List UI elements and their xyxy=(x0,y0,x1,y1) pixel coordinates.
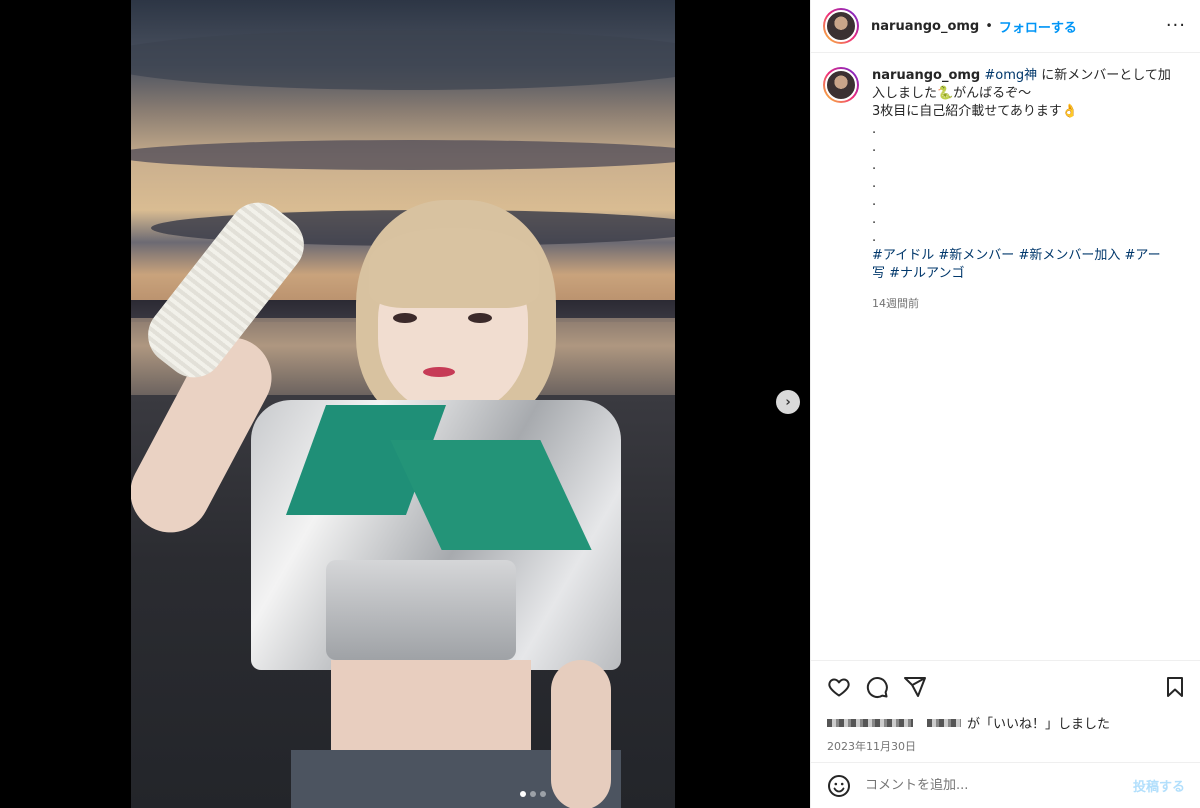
hashtag-naruango[interactable]: #ナルアンゴ xyxy=(889,266,964,281)
hashtag-list: #アイドル #新メンバー #新メンバー加入 #アー写 #ナルアンゴ xyxy=(872,247,1172,283)
right-eye xyxy=(468,313,492,323)
caption-body: naruango_omg #omg神 に新メンバーとして加入しました🐍がんばるぞ… xyxy=(872,67,1172,313)
carousel-indicator xyxy=(520,791,546,797)
carousel-dot-active xyxy=(520,791,526,797)
avatar-image xyxy=(825,10,857,42)
bangs xyxy=(369,228,539,308)
separator-dot: • xyxy=(985,18,993,34)
hashtag-new-member-join[interactable]: #新メンバー加入 xyxy=(1018,248,1120,263)
caption-dot: . xyxy=(872,140,877,155)
bookmark-icon[interactable] xyxy=(1163,675,1187,699)
comment-bar: 投稿する xyxy=(811,762,1200,808)
comment-icon[interactable] xyxy=(865,675,889,699)
caption-dot: . xyxy=(872,194,877,209)
redacted-avatar xyxy=(827,718,913,727)
caption-line-1: naruango_omg #omg神 に新メンバーとして加入しました🐍がんばるぞ… xyxy=(872,67,1172,103)
hashtag-idol[interactable]: #アイドル xyxy=(872,248,934,263)
right-arm xyxy=(551,660,611,808)
caption-dot: . xyxy=(872,230,877,245)
post-side-panel: naruango_omg • フォローする ··· naruango_omg #… xyxy=(810,0,1200,808)
lips xyxy=(423,367,455,377)
redacted-username xyxy=(927,718,961,727)
post-date[interactable]: 2023年11月30日 xyxy=(827,738,1187,754)
post-media-area: › xyxy=(0,0,810,808)
hashtag-omg[interactable]: #omg神 xyxy=(984,68,1037,83)
carousel-dot xyxy=(530,791,536,797)
caption-username[interactable]: naruango_omg xyxy=(872,68,980,83)
post-actions: が「いいね！」しました 2023年11月30日 xyxy=(811,660,1200,754)
share-icon[interactable] xyxy=(903,675,927,699)
next-image-button[interactable]: › xyxy=(776,390,800,414)
avatar-image xyxy=(825,69,857,101)
post-header: naruango_omg • フォローする ··· xyxy=(811,0,1200,53)
caption-dot: . xyxy=(872,122,877,137)
post-time-ago[interactable]: 14週間前 xyxy=(872,295,1172,313)
header-username[interactable]: naruango_omg xyxy=(871,19,979,34)
caption-dot: . xyxy=(872,158,877,173)
more-options-icon[interactable]: ··· xyxy=(1166,15,1186,36)
heart-icon[interactable] xyxy=(827,675,851,699)
post-photo[interactable] xyxy=(131,0,675,808)
comment-input[interactable] xyxy=(865,778,1133,793)
caption-dot: . xyxy=(872,212,877,227)
emoji-icon[interactable] xyxy=(827,774,851,798)
caption-avatar[interactable] xyxy=(823,67,859,103)
caption: naruango_omg #omg神 に新メンバーとして加入しました🐍がんばるぞ… xyxy=(811,53,1200,313)
caption-line-2: 3枚目に自己紹介載せてあります👌 xyxy=(872,104,1079,119)
liked-by-text: が「いいね！」しました xyxy=(967,717,1111,732)
silver-crop-top xyxy=(326,560,516,660)
follow-button[interactable]: フォローする xyxy=(999,17,1077,36)
left-eye xyxy=(393,313,417,323)
liked-by: が「いいね！」しました xyxy=(827,713,1187,732)
avatar[interactable] xyxy=(823,8,859,44)
carousel-dot xyxy=(540,791,546,797)
person-figure xyxy=(131,0,675,808)
action-icons xyxy=(827,673,1187,701)
caption-dot: . xyxy=(872,176,877,191)
hashtag-new-member[interactable]: #新メンバー xyxy=(938,248,1014,263)
post-comment-button[interactable]: 投稿する xyxy=(1133,776,1185,795)
